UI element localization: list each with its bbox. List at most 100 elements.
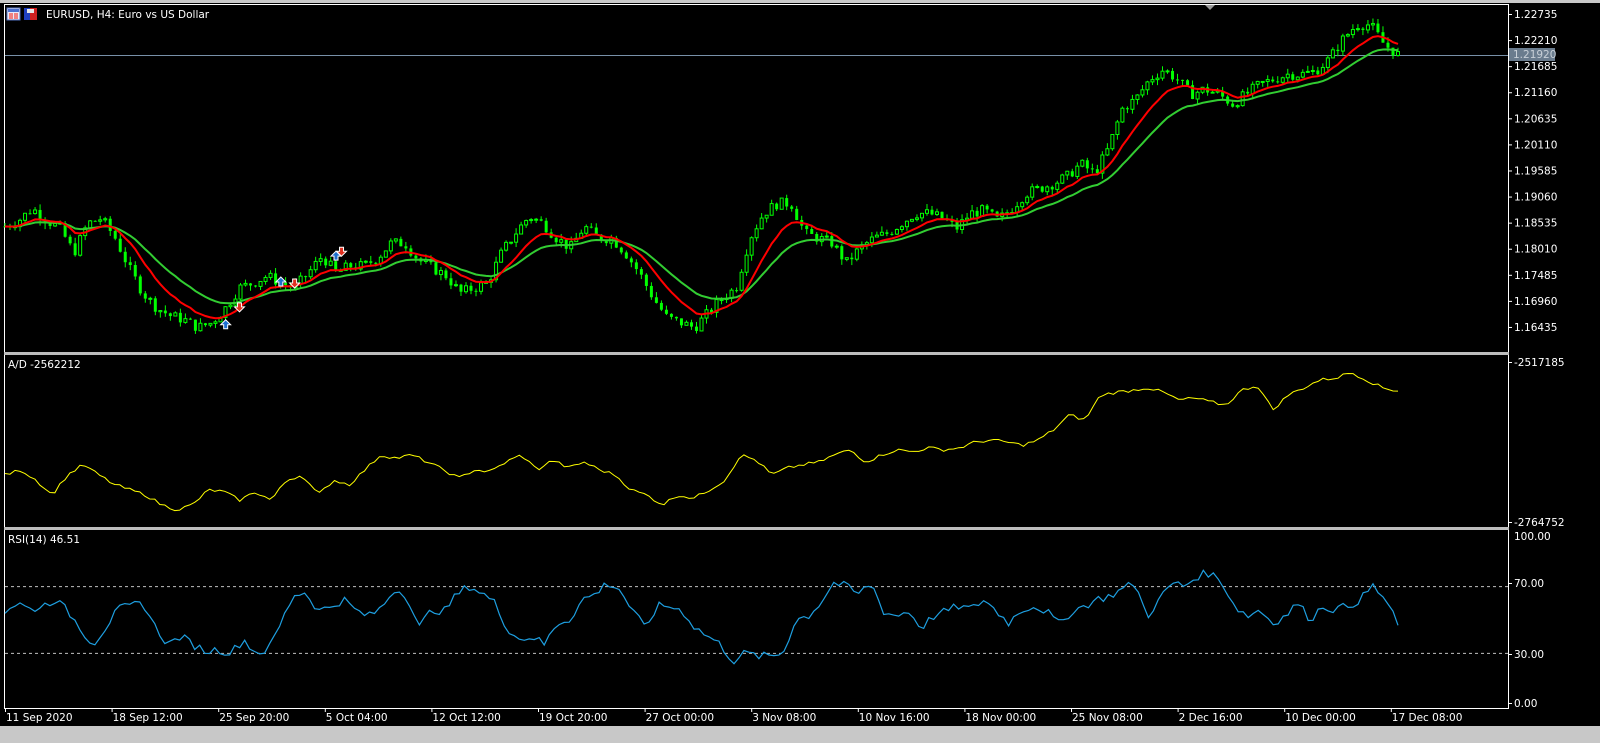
candle-body	[158, 310, 163, 313]
candle-body	[810, 229, 814, 234]
candle-body	[539, 219, 543, 221]
candle-body	[669, 313, 673, 317]
candle-body	[885, 232, 889, 234]
candle-body	[1120, 107, 1125, 123]
rsi-label: RSI(14) 46.51	[8, 534, 80, 546]
candle-body	[469, 285, 473, 291]
price-axis-label: 1.16435	[1514, 322, 1557, 334]
save-icon[interactable]	[24, 8, 37, 20]
candle-body	[1171, 70, 1175, 80]
candle-body	[183, 318, 188, 323]
candle-body	[1085, 160, 1089, 169]
candle-body	[1316, 70, 1320, 75]
candle-body	[349, 263, 353, 268]
candle-body	[1300, 71, 1305, 78]
candle-body	[388, 240, 393, 252]
candle-body	[684, 321, 689, 326]
candle-body	[679, 318, 683, 326]
candle-body	[1176, 79, 1180, 81]
time-axis-label: 10 Nov 16:00	[859, 712, 930, 724]
candle-body	[785, 198, 789, 207]
candle-body	[1181, 79, 1185, 81]
candle-body	[399, 238, 403, 247]
candle-body	[940, 211, 944, 219]
chart-canvas[interactable]: EURUSD, H4: Euro vs US Dollar A/D -25622…	[0, 0, 1600, 743]
time-axis-label: 19 Oct 20:00	[539, 712, 607, 724]
pane-separator[interactable]	[4, 527, 1509, 530]
candle-body	[1271, 79, 1275, 82]
candle-body	[754, 228, 759, 239]
candle-body	[23, 212, 28, 221]
candle-body	[624, 252, 628, 259]
candle-body	[1310, 69, 1315, 72]
candle-body	[474, 290, 478, 292]
candle-body	[1305, 70, 1310, 73]
candle-body	[258, 280, 263, 287]
candle-body	[689, 322, 693, 327]
candle-body	[980, 205, 985, 217]
candle-body	[970, 210, 975, 219]
candle-body	[268, 272, 273, 278]
candle-body	[919, 212, 924, 219]
time-axis-label: 5 Oct 04:00	[326, 712, 388, 724]
time-axis-label: 18 Nov 00:00	[965, 712, 1036, 724]
candle-body	[694, 326, 698, 331]
candle-body	[1110, 134, 1115, 150]
candle-body	[654, 297, 658, 303]
candle-body	[1045, 186, 1050, 193]
candle-body	[143, 293, 147, 299]
candle-body	[619, 247, 623, 253]
candle-body	[629, 258, 633, 263]
candle-body	[1070, 171, 1074, 177]
candle-body	[1396, 51, 1400, 57]
candle-body	[844, 257, 849, 260]
candle-body	[178, 312, 182, 323]
candle-body	[68, 236, 72, 244]
candle-body	[1365, 24, 1370, 31]
chart-window[interactable]: EURUSD, H4: Euro vs US Dollar A/D -25622…	[0, 0, 1600, 743]
candle-body	[899, 226, 904, 230]
candle-body	[930, 209, 934, 215]
candle-body	[103, 218, 108, 221]
candle-body	[634, 262, 638, 270]
time-axis-label: 18 Sep 12:00	[113, 712, 183, 724]
candle-body	[659, 302, 663, 310]
ad-label: A/D -2562212	[8, 359, 81, 371]
candle-body	[854, 248, 859, 260]
candle-body	[914, 217, 919, 220]
pane-separator[interactable]	[4, 352, 1509, 355]
candle-body	[173, 312, 178, 317]
candle-body	[479, 282, 484, 292]
time-axis-label: 11 Sep 2020	[6, 712, 73, 724]
time-axis-label: 17 Dec 08:00	[1392, 712, 1463, 724]
time-axis-label: 25 Sep 20:00	[219, 712, 289, 724]
price-axis-label: 1.18535	[1514, 218, 1557, 230]
candle-body	[1075, 165, 1080, 177]
candle-body	[744, 254, 749, 273]
candle-body	[1336, 49, 1340, 52]
price-axis-label: 1.20635	[1514, 113, 1557, 125]
window-top-border	[0, 0, 1600, 3]
candle-body	[759, 217, 764, 230]
candle-body	[1090, 168, 1094, 170]
candle-body	[263, 276, 268, 282]
price-axis-label: 1.17485	[1514, 270, 1557, 282]
candle-body	[1345, 34, 1350, 37]
time-axis-label: 25 Nov 08:00	[1072, 712, 1143, 724]
candle-body	[1150, 79, 1155, 83]
time-axis-label: 10 Dec 00:00	[1285, 712, 1356, 724]
candle-body	[604, 241, 608, 244]
candle-body	[874, 234, 879, 238]
price-axis-label: 1.22210	[1514, 35, 1557, 47]
candle-body	[108, 218, 112, 231]
candle-body	[935, 211, 940, 215]
candle-body	[1055, 182, 1060, 190]
candle-body	[769, 203, 774, 216]
candle-body	[1376, 23, 1380, 33]
candle-body	[48, 223, 52, 226]
candle-body	[1060, 174, 1065, 184]
candle-body	[434, 262, 438, 275]
candle-body	[274, 273, 278, 285]
candle-body	[499, 249, 504, 263]
candle-body	[879, 231, 884, 236]
